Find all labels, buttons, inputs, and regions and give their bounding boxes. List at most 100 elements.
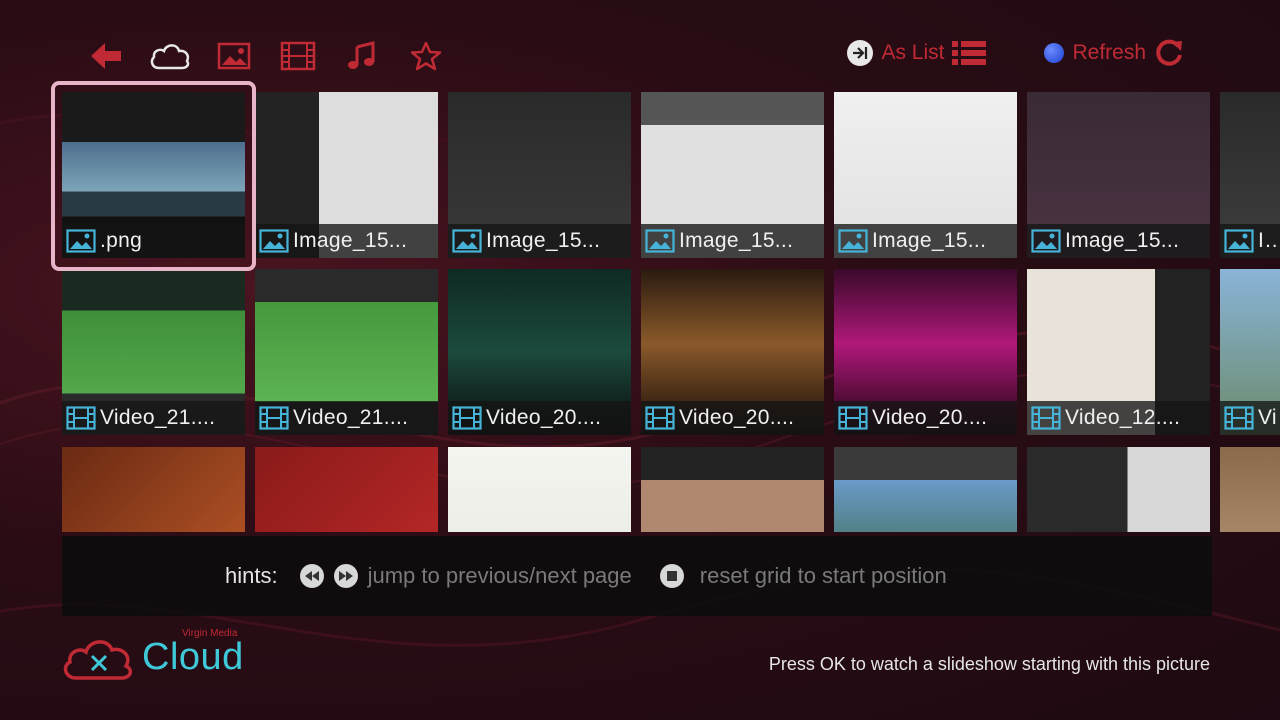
photo-icon [217, 42, 251, 70]
media-caption: Video_12.... [1027, 401, 1210, 435]
media-tile-video[interactable]: Video_21.... [62, 269, 245, 435]
media-tile-video[interactable]: Vi [1220, 269, 1280, 435]
photos-tab[interactable] [202, 36, 266, 76]
video-file-icon [452, 406, 482, 430]
image-file-icon [259, 229, 289, 253]
media-tile-video[interactable]: Video_20.... [641, 269, 824, 435]
media-tile-video[interactable]: Video_20.... [448, 269, 631, 435]
brand-cloud-icon [63, 640, 133, 680]
media-filename: Im [1258, 229, 1280, 252]
as-list-button[interactable]: As List [847, 40, 987, 66]
videos-tab[interactable] [266, 36, 330, 76]
media-filename: Image_15... [872, 229, 987, 252]
image-file-icon [1224, 229, 1254, 253]
media-caption: Image_15... [834, 224, 1017, 258]
media-caption: Image_15... [448, 224, 631, 258]
as-list-label: As List [881, 41, 945, 64]
blue-key-icon [1044, 43, 1065, 63]
media-filename: Image_15... [1065, 229, 1180, 252]
reset-hint-text: reset grid to start position [699, 563, 947, 588]
media-thumbnail [1220, 447, 1280, 532]
page-hint-text: jump to previous/next page [367, 563, 632, 588]
refresh-button[interactable]: Refresh [1044, 38, 1184, 68]
media-tile-image[interactable]: Image_15... [255, 92, 438, 258]
cloud-icon [150, 44, 190, 70]
fast-forward-icon [333, 564, 358, 588]
media-thumbnail [255, 447, 438, 532]
media-caption: Video_20.... [834, 401, 1017, 435]
media-filename: Image_15... [293, 229, 408, 252]
hints-label: hints: [225, 563, 278, 588]
refresh-label: Refresh [1072, 41, 1146, 64]
stop-icon [659, 564, 684, 588]
media-caption: Image_15... [255, 224, 438, 258]
media-filename: Image_15... [679, 229, 794, 252]
video-file-icon [838, 406, 868, 430]
media-caption: Im [1220, 224, 1280, 258]
media-filename: Video_21.... [100, 406, 216, 429]
media-thumbnail [448, 447, 631, 532]
media-tile-image[interactable] [448, 447, 631, 532]
music-tab[interactable] [330, 36, 394, 76]
media-caption: Vi [1220, 401, 1280, 435]
media-tile-image[interactable]: Image_15... [1027, 92, 1210, 258]
favourites-tab[interactable] [394, 36, 458, 76]
media-thumbnail [1027, 447, 1210, 532]
media-filename: Video_12.... [1065, 406, 1181, 429]
media-filename: Vi [1258, 406, 1277, 429]
video-file-icon [645, 406, 675, 430]
video-file-icon [1224, 406, 1254, 430]
cloud-tab[interactable] [138, 36, 202, 76]
image-file-icon [1031, 229, 1061, 253]
media-caption: Video_20.... [448, 401, 631, 435]
hints-bar: hints: jump to previous/next page reset … [62, 536, 1212, 616]
media-tile-image[interactable] [641, 447, 824, 532]
media-thumbnail [62, 447, 245, 532]
media-thumbnail [641, 447, 824, 532]
video-file-icon [259, 406, 289, 430]
media-tile-image[interactable] [1027, 447, 1210, 532]
refresh-icon [1156, 39, 1182, 66]
brand-wordmark: Cloud [142, 635, 244, 678]
brand-subtitle: Virgin Media [182, 628, 238, 639]
media-type-nav [74, 36, 458, 76]
top-right-actions: As List Refresh [789, 38, 1184, 68]
media-filename: Video_20.... [486, 406, 602, 429]
media-caption: Image_15... [1027, 224, 1210, 258]
video-file-icon [1031, 406, 1061, 430]
media-tile-video[interactable]: Video_20.... [834, 269, 1017, 435]
selection-highlight [51, 81, 256, 271]
media-filename: Video_20.... [679, 406, 795, 429]
media-filename: Video_21.... [293, 406, 409, 429]
media-filename: Image_15... [486, 229, 601, 252]
media-caption: Image_15... [641, 224, 824, 258]
media-tile-image[interactable]: Im [1220, 92, 1280, 258]
image-file-icon [645, 229, 675, 253]
image-file-icon [452, 229, 482, 253]
media-tile-image[interactable]: Image_15... [834, 92, 1017, 258]
media-caption: Video_20.... [641, 401, 824, 435]
media-tile-image[interactable]: Image_15... [641, 92, 824, 258]
image-file-icon [838, 229, 868, 253]
music-note-icon [348, 41, 375, 69]
media-tile-image[interactable]: Im [1220, 447, 1280, 532]
media-tile-image[interactable] [834, 447, 1017, 532]
media-tile-image[interactable] [62, 447, 245, 532]
media-tile-image[interactable]: Image_15... [448, 92, 631, 258]
back-button[interactable] [74, 36, 138, 76]
list-icon [952, 41, 987, 65]
skip-key-icon [847, 40, 874, 66]
media-caption: Video_21.... [255, 401, 438, 435]
slideshow-hint: Press OK to watch a slideshow starting w… [768, 654, 1210, 674]
virgin-media-cloud-logo: Virgin Media Cloud [60, 628, 244, 682]
media-filename: Video_20.... [872, 406, 988, 429]
star-icon [410, 41, 442, 71]
video-file-icon [66, 406, 96, 430]
media-tile-video[interactable]: Video_12.... [1027, 269, 1210, 435]
film-icon [280, 41, 316, 71]
media-tile-video[interactable]: Video_21.... [255, 269, 438, 435]
media-tile-image[interactable] [255, 447, 438, 532]
rewind-icon [299, 564, 324, 588]
media-caption: Video_21.... [62, 401, 245, 435]
media-thumbnail [834, 447, 1017, 532]
